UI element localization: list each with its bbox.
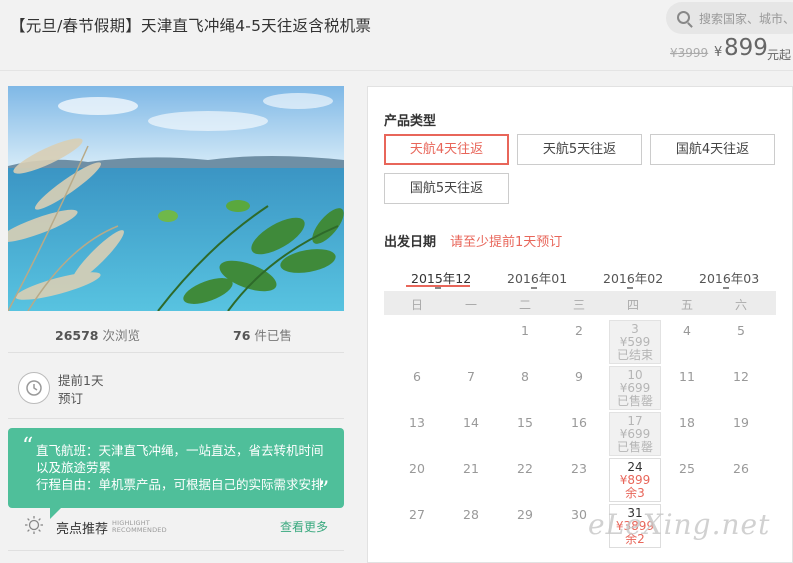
weekday: 三 bbox=[572, 298, 585, 312]
booking-divider bbox=[8, 418, 344, 419]
calendar-day: 2 bbox=[575, 323, 583, 338]
views-stat: 26578 次浏览 bbox=[55, 328, 140, 343]
calendar-day: 9 bbox=[575, 369, 583, 384]
highlight-box: “ 直飞航班：天津直飞冲绳，一站直达，省去转机时间 以及旅途劳累 行程自由：单机… bbox=[8, 428, 344, 519]
calendar-day: 20 bbox=[409, 461, 425, 476]
original-price: ¥3999 bbox=[670, 46, 709, 60]
stats-divider bbox=[8, 352, 344, 353]
calendar-day: 26 bbox=[733, 461, 749, 476]
calendar-day: 7 bbox=[467, 369, 475, 384]
weekday: 日 bbox=[410, 298, 423, 312]
highlight-line: 行程自由：单机票产品，可根据自己的实际需求安排 bbox=[36, 477, 324, 492]
tab-2016-01[interactable]: 2016年01 bbox=[507, 268, 567, 287]
open-quote-icon: “ bbox=[22, 434, 34, 459]
calendar-day: 29 bbox=[517, 507, 533, 522]
calendar-day: 5 bbox=[737, 323, 745, 338]
calendar-day: 6 bbox=[413, 369, 421, 384]
close-quote-icon: ” bbox=[318, 478, 330, 503]
search-placeholder[interactable]: 搜索国家、城市、 bbox=[699, 10, 793, 27]
calendar-day: 12 bbox=[733, 369, 749, 384]
view-more-link[interactable]: 查看更多 bbox=[280, 518, 328, 535]
calendar-day: 25 bbox=[679, 461, 695, 476]
calendar-day: 15 bbox=[517, 415, 533, 430]
price-unit: 元起 bbox=[767, 48, 792, 62]
booking-advance: 提前1天 预订 bbox=[58, 373, 104, 406]
clock-icon bbox=[18, 372, 50, 404]
calendar-day: 14 bbox=[463, 415, 479, 430]
highlights-title-en: HIGHLIGHT RECOMMENDED bbox=[112, 519, 167, 534]
option-guohang-5day[interactable]: 国航5天往返 bbox=[384, 173, 509, 204]
lightbulb-icon bbox=[24, 515, 44, 535]
calendar-day: 19 bbox=[733, 415, 749, 430]
product-stats: 26578 次浏览 76 件已售 bbox=[8, 318, 344, 348]
tab-2016-03[interactable]: 2016年03 bbox=[699, 268, 759, 287]
calendar-day-soldout: 17 ¥699 已售罄 bbox=[609, 412, 661, 456]
month-tick bbox=[627, 287, 633, 289]
highlights-divider bbox=[8, 550, 344, 551]
product-photo[interactable] bbox=[8, 86, 344, 311]
weekday: 四 bbox=[626, 298, 639, 312]
search-icon bbox=[677, 11, 690, 24]
option-tianhang-4day[interactable]: 天航4天往返 bbox=[384, 134, 509, 165]
option-tianhang-5day[interactable]: 天航5天往返 bbox=[517, 134, 642, 165]
weekday: 五 bbox=[680, 298, 693, 312]
page-title: 【元旦/春节假期】天津直飞冲绳4-5天往返含税机票 bbox=[10, 17, 372, 35]
calendar-day: 22 bbox=[517, 461, 533, 476]
calendar-day: 21 bbox=[463, 461, 479, 476]
weekday: 二 bbox=[518, 298, 531, 312]
calendar-day: 27 bbox=[409, 507, 425, 522]
highlight-line: 直飞航班：天津直飞冲绳，一站直达，省去转机时间 bbox=[36, 443, 324, 458]
calendar-day: 11 bbox=[679, 369, 695, 384]
product-type-label: 产品类型 bbox=[384, 114, 437, 129]
tab-2016-02[interactable]: 2016年02 bbox=[603, 268, 663, 287]
calendar-day: 16 bbox=[571, 415, 587, 430]
departure-label: 出发日期 bbox=[384, 235, 437, 250]
calendar-day-ended: 3 ¥599 已结束 bbox=[609, 320, 661, 364]
highlights-title: 亮点推荐 bbox=[56, 522, 109, 537]
watermark: eLeXing.net bbox=[588, 508, 771, 541]
current-price: 899 bbox=[724, 35, 768, 61]
sold-stat: 76 件已售 bbox=[233, 328, 292, 343]
calendar-day: 28 bbox=[463, 507, 479, 522]
weekday: 一 bbox=[464, 298, 477, 312]
calendar-day-soldout: 10 ¥699 已售罄 bbox=[609, 366, 661, 410]
highlight-line: 以及旅途劳累 bbox=[36, 460, 112, 475]
calendar-day: 8 bbox=[521, 369, 529, 384]
month-tick bbox=[435, 287, 441, 289]
weekday: 六 bbox=[734, 298, 747, 312]
calendar-day: 18 bbox=[679, 415, 695, 430]
calendar-day: 13 bbox=[409, 415, 425, 430]
month-tick bbox=[723, 287, 729, 289]
calendar-day-available[interactable]: 24 ¥899 余3 bbox=[609, 458, 661, 502]
calendar-day: 23 bbox=[571, 461, 587, 476]
search-box[interactable]: 搜索国家、城市、 bbox=[666, 2, 793, 34]
month-tick bbox=[531, 287, 537, 289]
currency-symbol: ¥ bbox=[714, 45, 723, 60]
header-divider bbox=[0, 70, 793, 71]
booking-notice: 请至少提前1天预订 bbox=[450, 235, 563, 250]
option-guohang-4day[interactable]: 国航4天往返 bbox=[650, 134, 775, 165]
calendar-day: 1 bbox=[521, 323, 529, 338]
calendar-day: 4 bbox=[683, 323, 691, 338]
